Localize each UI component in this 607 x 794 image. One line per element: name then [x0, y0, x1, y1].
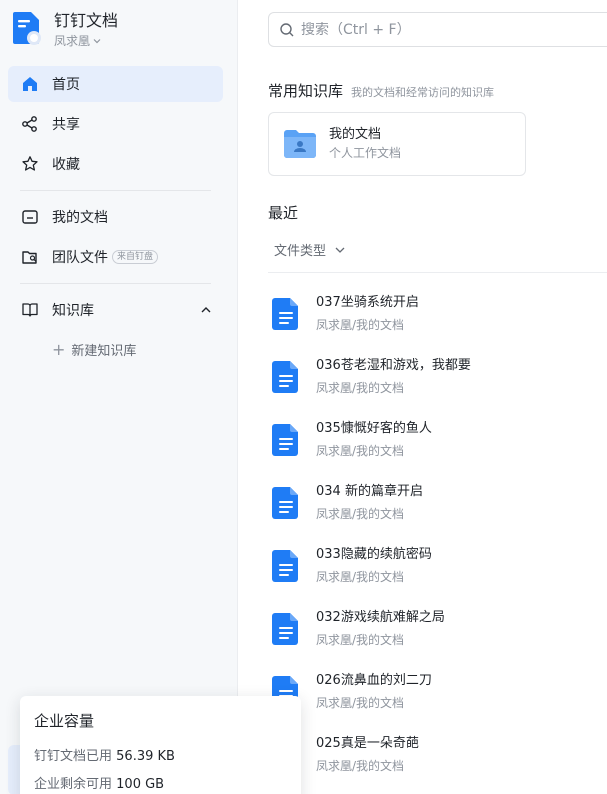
recent-title: 最近 [268, 204, 299, 222]
team-folder-icon [20, 247, 40, 267]
user-switcher[interactable]: 凤求凰 [54, 32, 118, 50]
user-name: 凤求凰 [54, 34, 91, 48]
list-item[interactable]: 035慷慨好客的鱼人 凤求凰/我的文档 [272, 408, 607, 471]
file-name: 025真是一朵奇葩 [316, 735, 419, 751]
file-path: 凤求凰/我的文档 [316, 317, 405, 332]
storage-remaining-value: 100 GB [116, 777, 165, 792]
divider [268, 272, 607, 273]
file-name: 026流鼻血的刘二刀 [316, 672, 432, 688]
book-icon [20, 300, 40, 320]
new-knowledge-base-button[interactable]: + 新建知识库 [8, 332, 223, 366]
storage-used-value: 56.39 KB [116, 749, 175, 764]
search-input[interactable] [301, 21, 601, 38]
new-kb-label: 新建知识库 [71, 343, 137, 359]
kb-card-subtitle: 个人工作文档 [329, 146, 402, 160]
list-item[interactable]: 034 新的篇章开启 凤求凰/我的文档 [272, 471, 607, 534]
file-name: 032游戏续航难解之局 [316, 609, 445, 625]
sidebar-item-share[interactable]: 共享 [8, 106, 223, 142]
file-path: 凤求凰/我的文档 [316, 506, 405, 521]
search-icon [280, 22, 294, 36]
folder-icon [20, 207, 40, 227]
document-icon [272, 612, 300, 646]
file-name: 036苍老湿和游戏，我都要 [316, 357, 471, 373]
main-content: 常用知识库 我的文档和经常访问的知识库 我的文档 个人工作文档 最近 文件类型 [238, 0, 607, 794]
chevron-down-icon [93, 39, 101, 44]
file-path: 凤求凰/我的文档 [316, 695, 405, 710]
storage-used-label: 钉钉文档已用 [34, 749, 113, 764]
document-icon [272, 423, 300, 457]
sidebar-item-home[interactable]: 首页 [8, 66, 223, 102]
file-name: 035慷慨好客的鱼人 [316, 420, 432, 436]
plus-icon: + [52, 339, 66, 359]
list-item[interactable]: 036苍老湿和游戏，我都要 凤求凰/我的文档 [272, 345, 607, 408]
file-type-filter[interactable]: 文件类型 [274, 240, 346, 259]
filter-label: 文件类型 [274, 244, 327, 259]
document-icon [272, 549, 300, 583]
file-path: 凤求凰/我的文档 [316, 443, 405, 458]
sidebar-item-favorites[interactable]: 收藏 [8, 146, 223, 182]
sidebar-item-label: 团队文件 [52, 250, 108, 266]
source-badge: 来自钉盘 [112, 250, 159, 264]
kb-card-title: 我的文档 [329, 127, 382, 142]
section-title: 常用知识库 [268, 82, 344, 100]
sidebar-item-label: 首页 [52, 77, 80, 93]
section-subtitle: 我的文档和经常访问的知识库 [351, 86, 495, 99]
sidebar-item-label: 共享 [52, 117, 80, 133]
sidebar: 钉钉文档 凤求凰 首页 共享 收藏 我的文档 团队文件 来自钉盘 知识库 + 新… [0, 0, 238, 794]
storage-remaining: 企业剩余可用 100 GB [34, 771, 287, 794]
file-path: 凤求凰/我的文档 [316, 380, 405, 395]
kb-card-my-docs[interactable]: 我的文档 个人工作文档 [268, 112, 526, 176]
file-path: 凤求凰/我的文档 [316, 632, 405, 647]
sidebar-item-my-docs[interactable]: 我的文档 [8, 199, 223, 235]
sidebar-item-knowledge[interactable]: 知识库 [8, 292, 223, 328]
file-path: 凤求凰/我的文档 [316, 569, 405, 584]
list-item[interactable]: 037坐骑系统开启 凤求凰/我的文档 [272, 282, 607, 345]
file-name: 033隐藏的续航密码 [316, 546, 432, 562]
divider [20, 190, 211, 191]
document-icon [272, 486, 300, 520]
document-icon [272, 360, 300, 394]
sidebar-item-label: 我的文档 [52, 210, 108, 226]
storage-used: 钉钉文档已用 56.39 KB [34, 743, 287, 771]
file-path: 凤求凰/我的文档 [316, 758, 405, 773]
list-item[interactable]: 032游戏续航难解之局 凤求凰/我的文档 [272, 597, 607, 660]
list-item[interactable]: 033隐藏的续航密码 凤求凰/我的文档 [272, 534, 607, 597]
app-title: 钉钉文档 [54, 11, 119, 30]
sidebar-nav: 首页 共享 收藏 我的文档 团队文件 来自钉盘 知识库 + 新建知识库 [8, 66, 223, 366]
document-icon [272, 297, 300, 331]
list-item[interactable]: 026流鼻血的刘二刀 凤求凰/我的文档 [272, 660, 607, 723]
share-icon [20, 114, 40, 134]
search-box[interactable] [268, 12, 607, 47]
storage-title: 企业容量 [34, 712, 95, 730]
divider [20, 283, 211, 284]
chevron-up-icon[interactable] [199, 303, 213, 317]
file-name: 037坐骑系统开启 [316, 294, 419, 310]
star-icon [20, 154, 40, 174]
personal-folder-icon [284, 130, 316, 158]
home-icon [20, 74, 40, 94]
list-item[interactable]: 025真是一朵奇葩 凤求凰/我的文档 [272, 723, 607, 786]
storage-popover: 企业容量 钉钉文档已用 56.39 KB 企业剩余可用 100 GB [20, 696, 301, 794]
brand[interactable]: 钉钉文档 凤求凰 [12, 10, 118, 50]
storage-remaining-label: 企业剩余可用 [34, 777, 113, 792]
dingtalk-docs-logo-icon [12, 10, 42, 46]
chevron-down-icon [335, 247, 345, 253]
file-name: 034 新的篇章开启 [316, 483, 423, 499]
sidebar-item-team-files[interactable]: 团队文件 来自钉盘 [8, 239, 223, 275]
recent-file-list: 037坐骑系统开启 凤求凰/我的文档 036苍老湿和游戏，我都要 凤求凰/我的文… [272, 282, 607, 786]
common-kb-header: 常用知识库 我的文档和经常访问的知识库 [268, 80, 494, 101]
sidebar-item-label: 知识库 [52, 303, 94, 319]
sidebar-item-label: 收藏 [52, 157, 80, 173]
